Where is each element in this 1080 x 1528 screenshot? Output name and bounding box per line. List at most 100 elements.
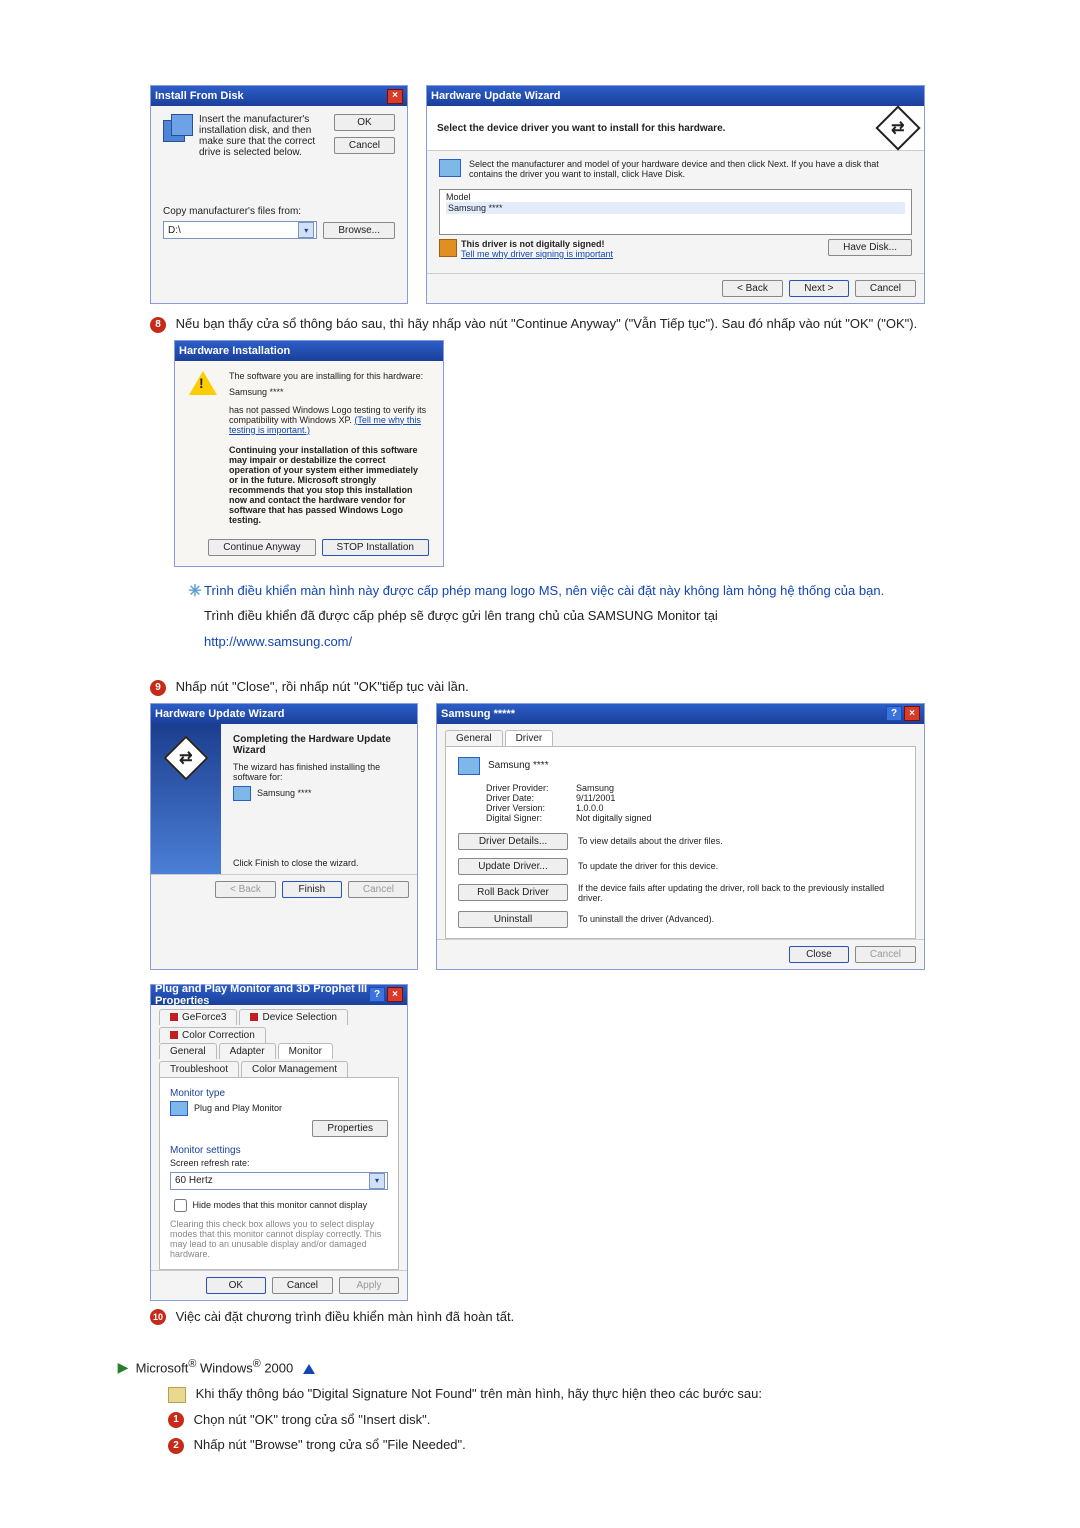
up-triangle-icon[interactable]: [303, 1364, 315, 1374]
driver-version-label: Driver Version:: [486, 803, 576, 813]
tab-general-2[interactable]: General: [159, 1043, 217, 1059]
win2000-step-2: 2 Nhấp nút "Browse" trong cửa sổ "File N…: [150, 1435, 925, 1455]
step-8: 8 Nếu bạn thấy cửa sổ thông báo sau, thì…: [150, 314, 925, 334]
update-driver-button[interactable]: Update Driver...: [458, 858, 568, 875]
warning-icon: [189, 371, 217, 395]
select-driver-heading: Select the device driver you want to ins…: [437, 123, 725, 134]
tab-monitor[interactable]: Monitor: [278, 1043, 333, 1059]
bullet-2-icon: 2: [168, 1438, 184, 1454]
shield-icon: [439, 239, 457, 257]
tab-device-selection[interactable]: Device Selection: [239, 1009, 347, 1025]
hw-complete-dialog: Hardware Update Wizard ⇄ Completing the …: [150, 703, 418, 970]
close-icon-3[interactable]: ×: [387, 987, 403, 1002]
win2000-heading: ▶ Microsoft® Windows® 2000: [114, 1356, 925, 1378]
rollback-driver-button[interactable]: Roll Back Driver: [458, 884, 568, 901]
tab-general[interactable]: General: [445, 730, 503, 746]
complete-subtext: The wizard has finished installing the s…: [233, 762, 407, 782]
step-9: 9 Nhấp nút "Close", rồi nhấp nút "OK"tiế…: [150, 677, 925, 697]
floppy-icon: [163, 114, 191, 140]
monitor-type-label: Monitor type: [170, 1088, 388, 1099]
close-icon-2[interactable]: ×: [904, 706, 920, 721]
cancel-button-2[interactable]: Cancel: [855, 280, 916, 297]
hw-install-title: Hardware Installation: [179, 345, 290, 357]
back-button-2: < Back: [215, 881, 276, 898]
refresh-rate-value: 60 Hertz: [175, 1175, 213, 1186]
nvidia-icon: [170, 1031, 178, 1039]
tab-color-mgmt[interactable]: Color Management: [241, 1061, 348, 1077]
note-line2: Trình điều khiển đã được cấp phép sẽ đượ…: [204, 606, 925, 626]
tab-color-correction[interactable]: Color Correction: [159, 1027, 266, 1043]
update-driver-desc: To update the driver for this device.: [578, 861, 903, 871]
help-icon[interactable]: ?: [886, 706, 902, 721]
samsung-link[interactable]: http://www.samsung.com/: [204, 634, 352, 649]
signing-link[interactable]: Tell me why driver signing is important: [461, 249, 613, 259]
wizard-complete-icon: ⇄: [163, 735, 208, 780]
note-line1: Trình điều khiển màn hình này được cấp p…: [204, 581, 925, 601]
browse-button[interactable]: Browse...: [323, 222, 395, 239]
hw-install-block: Continuing your installation of this sof…: [229, 445, 429, 525]
cancel-button-4: Cancel: [855, 946, 916, 963]
finish-button[interactable]: Finish: [282, 881, 342, 898]
complete-device: Samsung ****: [257, 788, 312, 798]
close-button[interactable]: Close: [789, 946, 849, 963]
help-icon-2[interactable]: ?: [369, 987, 385, 1002]
cancel-button-5[interactable]: Cancel: [272, 1277, 333, 1294]
driver-details-button[interactable]: Driver Details...: [458, 833, 568, 850]
tab-driver[interactable]: Driver: [505, 730, 554, 746]
chevron-down-icon[interactable]: ▾: [298, 222, 314, 238]
tab-geforce3[interactable]: GeForce3: [159, 1009, 237, 1025]
ok-button[interactable]: OK: [334, 114, 395, 131]
next-button[interactable]: Next >: [789, 280, 849, 297]
copy-path-field[interactable]: D:\: [168, 225, 181, 236]
hw-complete-title: Hardware Update Wizard: [155, 708, 285, 720]
ok-button-2[interactable]: OK: [206, 1277, 266, 1294]
continue-anyway-button[interactable]: Continue Anyway: [208, 539, 315, 556]
have-disk-button[interactable]: Have Disk...: [828, 239, 912, 256]
properties-button[interactable]: Properties: [312, 1120, 388, 1137]
bullet-1-icon: 1: [168, 1412, 184, 1428]
note-icon: [168, 1387, 186, 1403]
monitor-icon-2: [458, 757, 480, 775]
bullet-10-icon: 10: [150, 1309, 166, 1325]
select-driver-desc: Select the manufacturer and model of you…: [469, 159, 912, 179]
hardware-update-select-dialog: Hardware Update Wizard Select the device…: [426, 85, 925, 304]
refresh-rate-select[interactable]: 60 Hertz ▾: [170, 1172, 388, 1190]
hw-install-device: Samsung ****: [229, 387, 429, 397]
step-10-text: Việc cài đặt chương trình điều khiển màn…: [176, 1309, 515, 1324]
bullet-9-icon: 9: [150, 680, 166, 696]
pnp-monitor-dialog: Plug and Play Monitor and 3D Prophet III…: [150, 984, 408, 1301]
tab-adapter[interactable]: Adapter: [219, 1043, 276, 1059]
hide-modes-desc: Clearing this check box allows you to se…: [170, 1219, 388, 1259]
driver-provider-value: Samsung: [576, 783, 614, 793]
close-icon[interactable]: ×: [387, 89, 403, 104]
driver-version-value: 1.0.0.0: [576, 803, 604, 813]
install-disk-instruction: Insert the manufacturer's installation d…: [199, 114, 326, 158]
hw-update-title: Hardware Update Wizard: [431, 90, 561, 102]
cancel-button[interactable]: Cancel: [334, 137, 395, 154]
wizard-icon: ⇄: [875, 105, 920, 150]
stop-installation-button[interactable]: STOP Installation: [322, 539, 429, 556]
rollback-driver-desc: If the device fails after updating the d…: [578, 883, 903, 903]
nvidia-icon: [250, 1013, 258, 1021]
tab-troubleshoot[interactable]: Troubleshoot: [159, 1061, 239, 1077]
digital-signer-label: Digital Signer:: [486, 813, 576, 823]
finish-hint: Click Finish to close the wizard.: [233, 858, 407, 868]
back-button[interactable]: < Back: [722, 280, 783, 297]
note-star-icon: ✳: [186, 581, 204, 658]
model-value[interactable]: Samsung ****: [446, 202, 905, 214]
copy-files-label: Copy manufacturer's files from:: [163, 206, 395, 217]
bullet-8-icon: 8: [150, 317, 166, 333]
driver-props-title: Samsung *****: [441, 708, 515, 720]
install-from-disk-title: Install From Disk: [155, 90, 244, 102]
driver-device-name: Samsung ****: [488, 760, 549, 771]
monitor-icon-3: [170, 1101, 188, 1116]
chevron-down-icon-2[interactable]: ▾: [369, 1173, 385, 1189]
hide-modes-checkbox[interactable]: [174, 1199, 187, 1212]
cancel-button-3: Cancel: [348, 881, 409, 898]
driver-provider-label: Driver Provider:: [486, 783, 576, 793]
win2000-intro: Khi thấy thông báo "Digital Signature No…: [150, 1384, 925, 1404]
driver-date-value: 9/11/2001: [576, 793, 615, 803]
step-9-text: Nhấp nút "Close", rồi nhấp nút "OK"tiếp …: [176, 679, 469, 694]
uninstall-button[interactable]: Uninstall: [458, 911, 568, 928]
hide-modes-label: Hide modes that this monitor cannot disp…: [193, 1199, 368, 1209]
